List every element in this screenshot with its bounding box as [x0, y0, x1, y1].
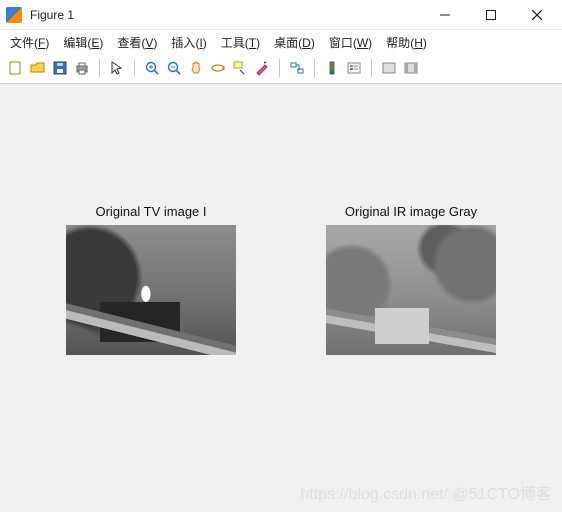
menu-file[interactable]: 文件(F) — [10, 34, 49, 51]
zoom-in-button[interactable] — [142, 58, 162, 78]
show-tools-icon — [403, 60, 419, 76]
zoom-in-icon — [144, 60, 160, 76]
window-title: Figure 1 — [30, 8, 74, 22]
open-folder-icon — [30, 60, 46, 76]
rotate-button[interactable] — [208, 58, 228, 78]
figure-toolbar — [0, 55, 562, 84]
toolbar-separator — [134, 59, 135, 77]
watermark: https://blog.csdn.net/ @51CTO博客 — [300, 480, 552, 504]
menu-tools[interactable]: 工具(T) — [221, 34, 260, 51]
window-controls — [422, 0, 560, 30]
link-button[interactable] — [287, 58, 307, 78]
tv-image-content — [66, 225, 236, 355]
print-icon — [74, 60, 90, 76]
titlebar: Figure 1 — [0, 0, 562, 30]
pointer-button[interactable] — [107, 58, 127, 78]
data-cursor-button[interactable] — [230, 58, 250, 78]
close-button[interactable] — [514, 0, 560, 30]
menu-window[interactable]: 窗口(W) — [329, 34, 372, 51]
hide-plot-tools-button[interactable] — [379, 58, 399, 78]
ir-image — [326, 225, 496, 355]
menu-view[interactable]: 查看(V) — [117, 34, 157, 51]
subplot-left: Original TV image I — [66, 204, 236, 355]
print-button[interactable] — [72, 58, 92, 78]
close-icon — [532, 10, 542, 20]
show-plot-tools-button[interactable] — [401, 58, 421, 78]
zoom-out-button[interactable] — [164, 58, 184, 78]
legend-button[interactable] — [344, 58, 364, 78]
tv-image — [66, 225, 236, 355]
menu-desktop[interactable]: 桌面(D) — [274, 34, 315, 51]
legend-icon — [346, 60, 362, 76]
open-button[interactable] — [28, 58, 48, 78]
subplot-left-title: Original TV image I — [66, 204, 236, 219]
pan-hand-icon — [188, 60, 204, 76]
save-icon — [52, 60, 68, 76]
maximize-icon — [486, 10, 496, 20]
brush-button[interactable] — [252, 58, 272, 78]
pointer-icon — [109, 60, 125, 76]
menu-help[interactable]: 帮助(H) — [386, 34, 427, 51]
menu-insert[interactable]: 插入(I) — [171, 34, 206, 51]
minimize-icon — [440, 10, 450, 20]
hide-tools-icon — [381, 60, 397, 76]
subplot-right: Original IR image Gray — [326, 204, 496, 355]
ir-image-content — [326, 225, 496, 355]
subplot-right-title: Original IR image Gray — [326, 204, 496, 219]
toolbar-separator — [279, 59, 280, 77]
new-figure-icon — [8, 60, 24, 76]
colorbar-button[interactable] — [322, 58, 342, 78]
menubar: 文件(F) 编辑(E) 查看(V) 插入(I) 工具(T) 桌面(D) 窗口(W… — [0, 30, 562, 55]
toolbar-separator — [99, 59, 100, 77]
toolbar-separator — [314, 59, 315, 77]
maximize-button[interactable] — [468, 0, 514, 30]
minimize-button[interactable] — [422, 0, 468, 30]
pan-button[interactable] — [186, 58, 206, 78]
zoom-out-icon — [166, 60, 182, 76]
matlab-icon — [6, 7, 22, 23]
colorbar-icon — [324, 60, 340, 76]
new-figure-button[interactable] — [6, 58, 26, 78]
save-button[interactable] — [50, 58, 70, 78]
data-cursor-icon — [232, 60, 248, 76]
menu-edit[interactable]: 编辑(E) — [63, 34, 103, 51]
figure-canvas: Original TV image I Original IR image Gr… — [0, 84, 562, 512]
brush-icon — [254, 60, 270, 76]
link-plots-icon — [289, 60, 305, 76]
rotate-3d-icon — [210, 60, 226, 76]
toolbar-separator — [371, 59, 372, 77]
